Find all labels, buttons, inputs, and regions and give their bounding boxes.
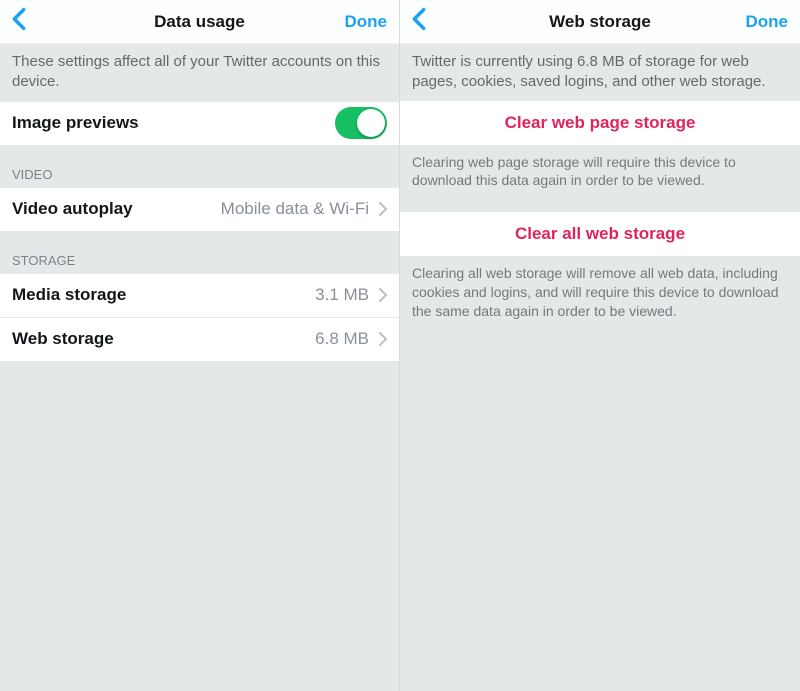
media-storage-row[interactable]: Media storage 3.1 MB	[0, 273, 399, 317]
header: Data usage Done	[0, 0, 399, 44]
clear-all-web-storage-label: Clear all web storage	[515, 224, 685, 244]
storage-section-heading: STORAGE	[0, 231, 399, 273]
back-button[interactable]	[412, 7, 442, 36]
image-previews-toggle[interactable]	[335, 107, 387, 139]
page-title: Web storage	[549, 12, 651, 32]
data-usage-pane: Data usage Done These settings affect al…	[0, 0, 400, 691]
web-storage-pane: Web storage Done Twitter is currently us…	[400, 0, 800, 691]
image-previews-label: Image previews	[12, 113, 139, 133]
intro-text: Twitter is currently using 6.8 MB of sto…	[400, 44, 800, 101]
video-autoplay-value: Mobile data & Wi-Fi	[221, 199, 369, 219]
clear-web-page-storage-label: Clear web page storage	[505, 113, 696, 133]
video-autoplay-label: Video autoplay	[12, 199, 133, 219]
back-button[interactable]	[12, 7, 42, 36]
media-storage-label: Media storage	[12, 285, 126, 305]
intro-text: These settings affect all of your Twitte…	[0, 44, 399, 101]
clear-web-page-storage-button[interactable]: Clear web page storage	[400, 101, 800, 145]
clear-all-web-storage-button[interactable]: Clear all web storage	[400, 212, 800, 256]
empty-space	[400, 329, 800, 691]
chevron-right-icon	[379, 288, 387, 302]
web-storage-label: Web storage	[12, 329, 114, 349]
video-section-heading: VIDEO	[0, 145, 399, 187]
done-button[interactable]: Done	[345, 12, 388, 32]
video-autoplay-row[interactable]: Video autoplay Mobile data & Wi-Fi	[0, 187, 399, 231]
header: Web storage Done	[400, 0, 800, 44]
web-storage-row[interactable]: Web storage 6.8 MB	[0, 317, 399, 361]
chevron-left-icon	[412, 7, 426, 36]
divider-space	[400, 198, 800, 212]
web-storage-value: 6.8 MB	[315, 329, 369, 349]
done-button[interactable]: Done	[746, 12, 789, 32]
image-previews-row[interactable]: Image previews	[0, 101, 399, 145]
chevron-left-icon	[12, 7, 26, 36]
page-title: Data usage	[154, 12, 245, 32]
chevron-right-icon	[379, 332, 387, 346]
media-storage-value: 3.1 MB	[315, 285, 369, 305]
empty-space	[0, 361, 399, 691]
chevron-right-icon	[379, 202, 387, 216]
clear-web-page-footer: Clearing web page storage will require t…	[400, 145, 800, 199]
clear-all-web-footer: Clearing all web storage will remove all…	[400, 256, 800, 329]
